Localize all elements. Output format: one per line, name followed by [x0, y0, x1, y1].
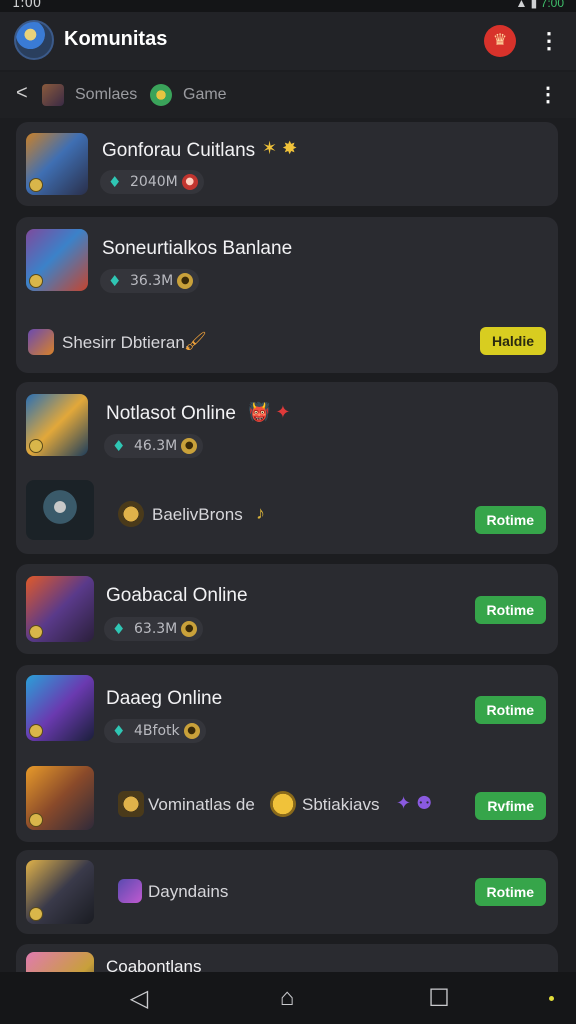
- coin-badge-icon: [29, 625, 43, 639]
- coin-badge-icon: [29, 813, 43, 827]
- page-title: Komunitas: [64, 28, 168, 50]
- join-button[interactable]: Rotime: [474, 878, 546, 906]
- battery-text: 7:00: [540, 0, 564, 10]
- member-count: ♦ 63.3M ●: [104, 617, 204, 641]
- nav-recents-icon[interactable]: ☐: [424, 984, 454, 1013]
- more-menu-icon[interactable]: ⋮: [538, 28, 560, 54]
- status-bar: 1:00 ▲ ▮ 7:00: [0, 0, 576, 12]
- sub-community-label: Shesirr Dbtieran.: [62, 333, 190, 352]
- note-icon: ♪: [256, 503, 265, 523]
- coin-icon: ●: [181, 174, 198, 190]
- gem-icon: ♦: [112, 437, 126, 455]
- status-icons: ▲ ▮ 7:00: [515, 0, 564, 10]
- community-card[interactable]: Goabacal Online ♦ 63.3M ● Rotime: [16, 564, 558, 654]
- card-title: Goabacal Online: [106, 585, 248, 606]
- crumb-game[interactable]: Game: [183, 86, 227, 104]
- crumb-thumbnail: [42, 84, 64, 106]
- back-arrow-icon[interactable]: <: [16, 82, 28, 105]
- card-title: Gonforau Cuitlans: [102, 140, 256, 161]
- game-thumbnail: [26, 133, 88, 195]
- card-title: Notlasot Online: [106, 403, 236, 424]
- signal-icon: ▲ ▮: [515, 0, 538, 10]
- crumb-somlaes[interactable]: Somlaes: [75, 86, 137, 104]
- sparkle-icon: ✶ ✸: [262, 138, 298, 158]
- game-thumbnail: [26, 576, 94, 642]
- game-thumbnail: [26, 394, 88, 456]
- join-button-2[interactable]: Rvfime: [475, 792, 546, 820]
- member-count: ♦ 46.3M ●: [104, 434, 204, 458]
- indicator-dot: [549, 996, 554, 1001]
- crystal-icon: ✦ ⚉: [396, 793, 433, 813]
- member-count: ♦ 2040M ●: [100, 170, 204, 194]
- sub-community-label-2: Sbtiakiavs: [302, 795, 380, 814]
- coin-badge-icon: [29, 724, 43, 738]
- game-thumbnail: [26, 229, 88, 291]
- member-count: ♦ 4Bfotk ●: [104, 719, 206, 743]
- sub-community-label: BaelivBrons: [152, 505, 243, 524]
- gem-icon: ♦: [108, 173, 122, 191]
- card-title: Dayndains: [148, 882, 229, 901]
- gem-icon: ♦: [112, 722, 126, 740]
- join-button[interactable]: Haldie: [479, 327, 546, 355]
- sub-community-thumbnail: [26, 480, 94, 540]
- monster-icon: 👹 ✦: [248, 402, 291, 422]
- coin-badge-icon: [29, 907, 43, 921]
- emoji-icon: [270, 791, 296, 817]
- system-nav-bar: ◁ ⌂ ☐: [0, 972, 576, 1024]
- app-bar: Komunitas ♛ ⋮: [0, 12, 576, 70]
- member-count-value: 46.3M: [134, 438, 178, 454]
- game-thumbnail: [26, 860, 94, 924]
- member-count: ♦ 36.3M ●: [100, 269, 200, 293]
- sub-community-icon: [118, 879, 142, 903]
- community-card[interactable]: Gonforau Cuitlans ✶ ✸ ♦ 2040M ●: [16, 122, 558, 206]
- member-count-value: 4Bfotk: [134, 723, 180, 739]
- brush-icon: 🖌: [184, 331, 207, 351]
- nav-back-icon[interactable]: ◁: [124, 984, 154, 1013]
- gem-icon: ♦: [112, 620, 126, 638]
- community-card[interactable]: Notlasot Online 👹 ✦ ♦ 46.3M ● BaelivBrons …: [16, 382, 558, 554]
- sub-community-label: Vominatlas de: [148, 795, 255, 814]
- coin-icon: ●: [181, 438, 198, 454]
- game-thumbnail: [26, 675, 94, 741]
- sub-community-icon: [28, 329, 54, 355]
- member-count-value: 2040M: [130, 174, 178, 190]
- sub-menu-icon[interactable]: ⋮: [538, 82, 558, 107]
- community-card[interactable]: Dayndains Rotime: [16, 850, 558, 934]
- community-card[interactable]: Daaeg Online ♦ 4Bfotk ● Rotime Vominatlas …: [16, 665, 558, 842]
- coin-icon: ●: [183, 723, 200, 739]
- sub-community-thumbnail: [26, 766, 94, 830]
- member-count-value: 63.3M: [134, 621, 178, 637]
- coin-icon: ●: [181, 621, 198, 637]
- breadcrumb: < Somlaes Game ⋮: [0, 72, 576, 118]
- status-time: 1:00: [12, 0, 42, 11]
- join-button[interactable]: Rotime: [474, 596, 546, 624]
- sub-community-icon: [118, 501, 144, 527]
- gem-icon: ♦: [108, 272, 122, 290]
- community-card[interactable]: Soneurtialkos Banlane ♦ 36.3M ● Shesirr Db…: [16, 217, 558, 373]
- member-count-value: 36.3M: [130, 273, 174, 289]
- coin-badge-icon: [29, 178, 43, 192]
- coin-badge-icon: [29, 274, 43, 288]
- avatar[interactable]: [14, 20, 54, 60]
- notification-icon[interactable]: ♛: [484, 25, 516, 57]
- game-icon: [150, 84, 172, 106]
- coin-icon: ●: [177, 273, 194, 289]
- card-title: Soneurtialkos Banlane: [102, 238, 293, 259]
- card-title: Daaeg Online: [106, 688, 223, 709]
- coin-badge-icon: [29, 439, 43, 453]
- nav-home-icon[interactable]: ⌂: [272, 984, 302, 1012]
- sub-community-icon: [118, 791, 144, 817]
- join-button[interactable]: Rotime: [474, 696, 546, 724]
- join-button[interactable]: Rotime: [474, 506, 546, 534]
